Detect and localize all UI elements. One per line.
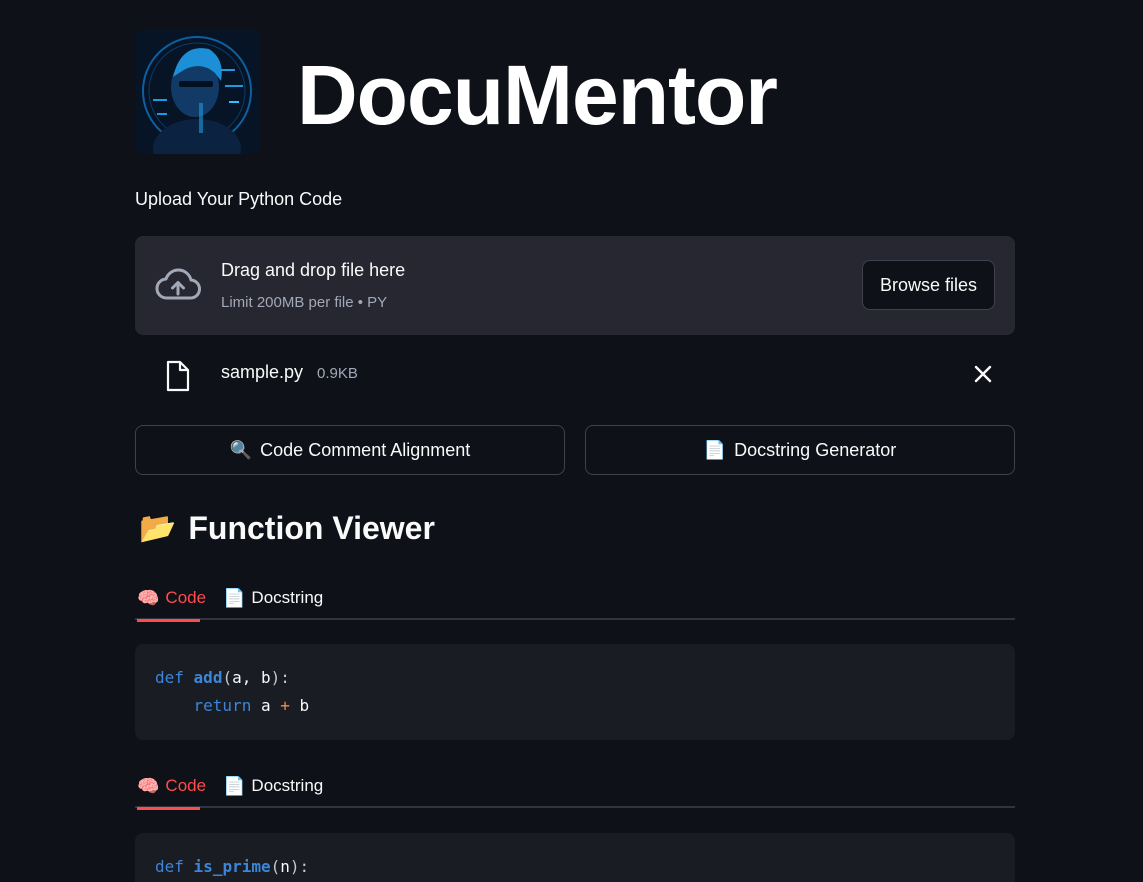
docstring-generator-label: Docstring Generator bbox=[734, 439, 897, 460]
folder-icon: 📂 bbox=[139, 511, 177, 545]
tab-docstring[interactable]: 📄 Docstring bbox=[223, 764, 323, 808]
tab-docstring[interactable]: 📄 Docstring bbox=[223, 576, 323, 620]
docstring-generator-button[interactable]: 📄 Docstring Generator bbox=[585, 425, 1015, 475]
remove-file-icon[interactable] bbox=[973, 364, 993, 384]
dropzone-title: Drag and drop file here bbox=[221, 260, 406, 280]
code-block: def add(a, b): return a + b bbox=[135, 644, 1015, 740]
document-icon: 📄 bbox=[703, 440, 727, 460]
file-name: sample.py bbox=[221, 362, 304, 382]
tab-code-label: Code bbox=[165, 588, 207, 607]
tab-bar: 🧠 Code 📄 Docstring bbox=[135, 764, 1015, 810]
file-dropzone[interactable]: Drag and drop file here Limit 200MB per … bbox=[135, 236, 1015, 335]
function-viewer-title: Function Viewer bbox=[188, 510, 435, 546]
brain-icon: 🧠 bbox=[137, 776, 160, 796]
dropzone-limit: Limit 200MB per file • PY bbox=[221, 294, 388, 311]
brain-icon: 🧠 bbox=[137, 588, 160, 608]
browse-files-button[interactable]: Browse files bbox=[862, 260, 995, 310]
avatar-illustration bbox=[135, 29, 260, 154]
app-logo bbox=[135, 29, 260, 154]
document-icon: 📄 bbox=[223, 588, 246, 608]
tab-docstring-label: Docstring bbox=[251, 588, 324, 607]
code-comment-alignment-label: Code Comment Alignment bbox=[260, 439, 471, 460]
section-title: 📂 Function Viewer bbox=[139, 510, 435, 547]
tab-docstring-label: Docstring bbox=[251, 776, 324, 795]
code-block: def is_prime(n): bbox=[135, 833, 1015, 882]
magnifier-icon: 🔍 bbox=[229, 440, 253, 460]
uploaded-file-row: sample.py 0.9KB bbox=[135, 352, 1015, 398]
app-header: DocuMentor bbox=[135, 29, 1015, 154]
cloud-upload-icon bbox=[155, 268, 201, 300]
upload-label: Upload Your Python Code bbox=[135, 189, 343, 209]
file-icon bbox=[166, 360, 190, 392]
code-comment-alignment-button[interactable]: 🔍 Code Comment Alignment bbox=[135, 425, 565, 475]
app-title: DocuMentor bbox=[297, 48, 778, 142]
tab-code[interactable]: 🧠 Code bbox=[137, 764, 206, 810]
document-icon: 📄 bbox=[223, 776, 246, 796]
tab-code[interactable]: 🧠 Code bbox=[137, 576, 206, 622]
tab-code-label: Code bbox=[165, 776, 207, 795]
file-size: 0.9KB bbox=[317, 365, 358, 382]
tab-bar: 🧠 Code 📄 Docstring bbox=[135, 576, 1015, 622]
